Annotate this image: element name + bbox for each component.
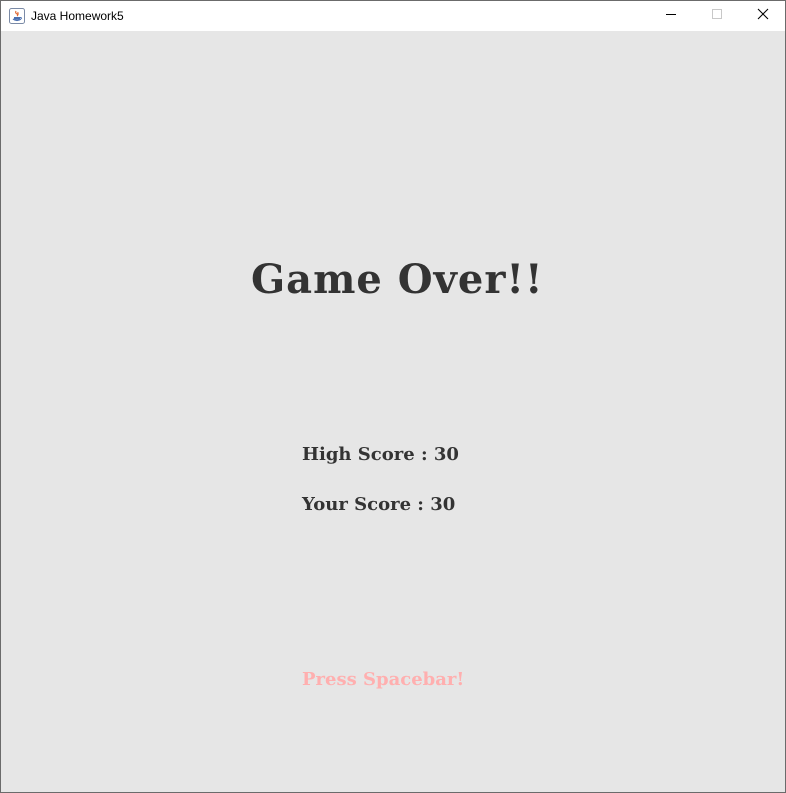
minimize-icon <box>665 7 677 25</box>
minimize-button[interactable] <box>648 1 694 31</box>
title-bar[interactable]: Java Homework5 <box>1 1 785 31</box>
score-separator: : <box>411 494 431 515</box>
window-title: Java Homework5 <box>31 9 124 23</box>
your-score-value: 30 <box>430 494 456 515</box>
close-icon <box>757 7 769 25</box>
maximize-icon <box>711 7 723 25</box>
your-score-label: Your Score <box>302 494 412 515</box>
score-separator: : <box>414 444 434 465</box>
press-spacebar-prompt: Press Spacebar! <box>302 669 465 690</box>
close-button[interactable] <box>740 1 785 31</box>
high-score-line: High Score : 30 <box>302 443 459 467</box>
game-over-title: Game Over!! <box>251 256 544 303</box>
high-score-value: 30 <box>433 444 459 465</box>
game-canvas[interactable]: Game Over!! High Score : 30 Your Score :… <box>1 31 785 792</box>
maximize-button[interactable] <box>694 1 740 31</box>
high-score-label: High Score <box>302 444 415 465</box>
java-app-icon[interactable] <box>9 8 25 24</box>
game-window: Java Homework5 Game Over!! High Score: … <box>0 0 786 793</box>
your-score-line: Your Score : 30 <box>302 493 455 517</box>
